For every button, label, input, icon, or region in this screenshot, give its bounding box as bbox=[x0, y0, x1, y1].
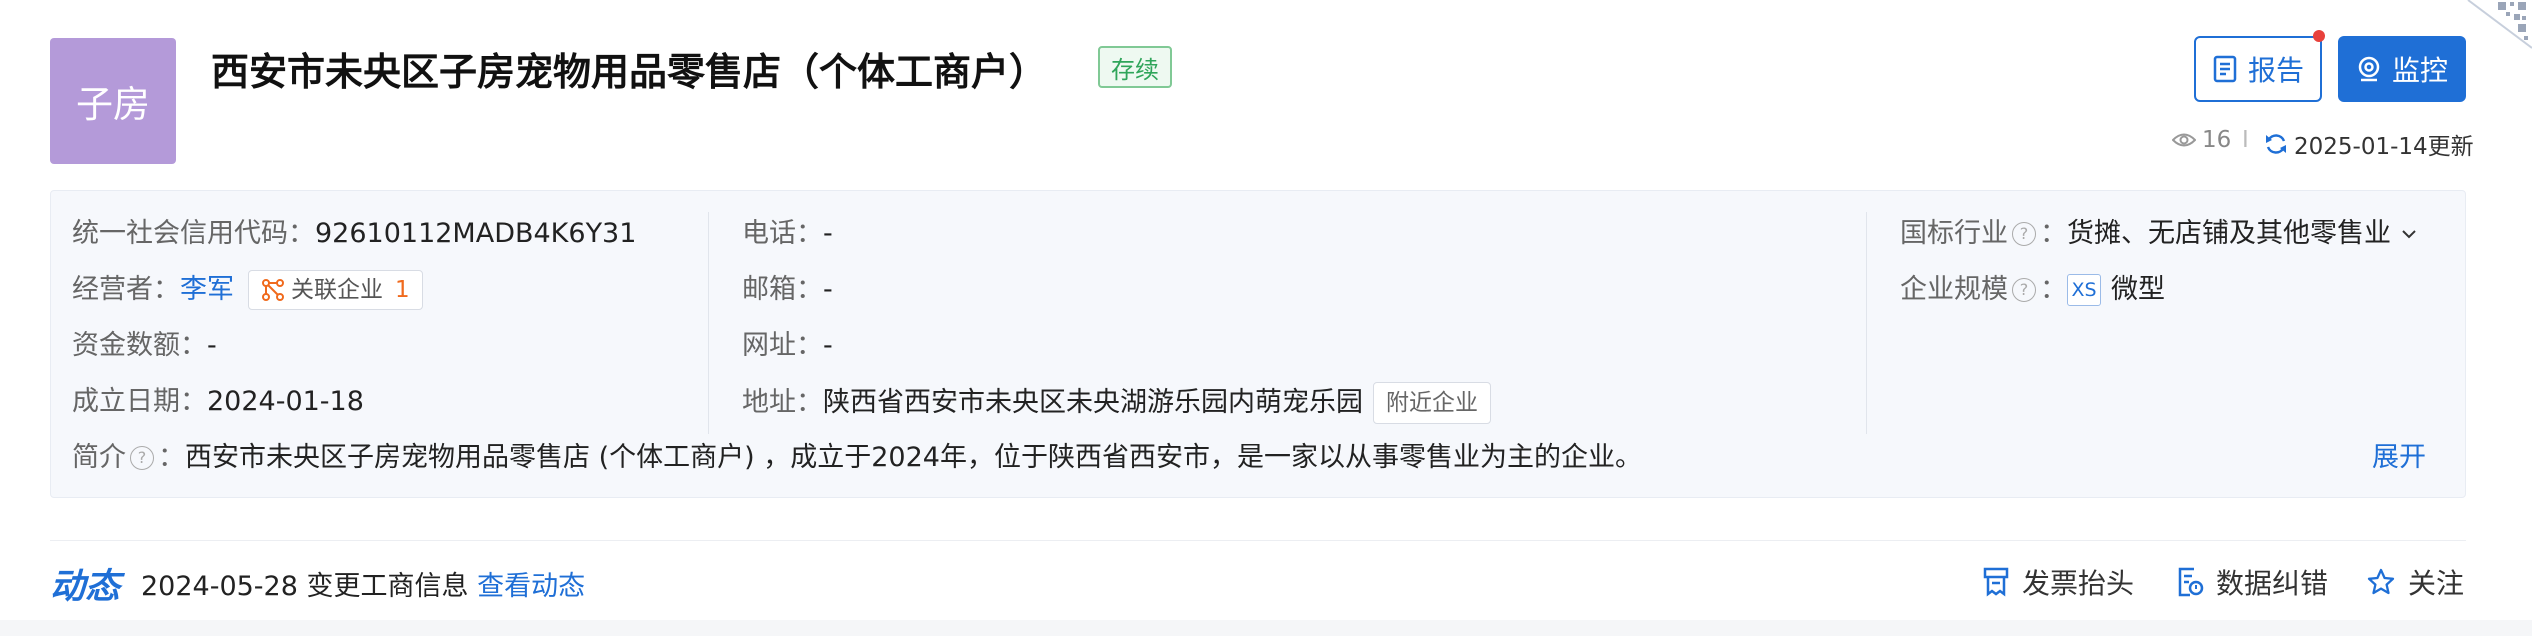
related-companies-tag[interactable]: 关联企业 1 bbox=[248, 270, 423, 310]
nearby-companies-button[interactable]: 附近企业 bbox=[1373, 382, 1491, 424]
phone-row: 电话： - bbox=[742, 218, 833, 249]
view-count: 16 bbox=[2172, 127, 2231, 153]
star-icon bbox=[2367, 568, 2395, 595]
view-dynamics-link[interactable]: 查看动态 bbox=[477, 571, 585, 602]
section-divider bbox=[50, 540, 2466, 541]
monitor-button-label: 监控 bbox=[2391, 54, 2448, 87]
company-header-card: 子房 西安市未央区子房宠物用品零售店（个体工商户） 存续 报告 监控 16 I … bbox=[0, 0, 2532, 620]
industry-value[interactable]: 货摊、无店铺及其他零售业 bbox=[2067, 214, 2391, 254]
dynamics-text: 2024-05-28 变更工商信息 bbox=[141, 571, 469, 602]
industry-row: 国标行业 ? ： 货摊、无店铺及其他零售业 bbox=[1900, 214, 2419, 254]
help-icon[interactable]: ? bbox=[130, 446, 154, 470]
scale-size-tag: XS bbox=[2067, 274, 2101, 306]
follow-button[interactable]: 关注 bbox=[2366, 562, 2464, 602]
operator-link[interactable]: 李军 bbox=[180, 270, 234, 310]
column-divider bbox=[708, 212, 709, 434]
report-button[interactable]: 报告 bbox=[2194, 36, 2322, 102]
credit-code-row: 统一社会信用代码： 92610112MADB4K6Y31 bbox=[72, 214, 636, 254]
expand-link[interactable]: 展开 bbox=[2372, 438, 2426, 478]
monitor-icon bbox=[2358, 56, 2380, 82]
chevron-down-icon[interactable] bbox=[2399, 226, 2419, 242]
address-value[interactable]: 陕西省西安市未央区未央湖游乐园内萌宠乐园 bbox=[823, 383, 1363, 423]
qr-code-icon[interactable] bbox=[2458, 0, 2532, 52]
credit-code-value[interactable]: 92610112MADB4K6Y31 bbox=[315, 214, 636, 254]
intro-text: 西安市未央区子房宠物用品零售店 (个体工商户) ，成立于2024年，位于陕西省西… bbox=[185, 442, 1642, 473]
company-logo: 子房 bbox=[50, 38, 176, 164]
invoice-icon bbox=[1983, 567, 2009, 597]
data-correction-button[interactable]: 数据纠错 bbox=[2176, 562, 2328, 602]
dynamics-title: 动态 bbox=[50, 567, 121, 607]
scale-row: 企业规模 ? ： XS 微型 bbox=[1900, 274, 2165, 306]
meta-separator: I bbox=[2242, 127, 2249, 153]
notification-dot bbox=[2313, 30, 2325, 42]
email-row: 邮箱： - bbox=[742, 274, 833, 305]
eye-icon bbox=[2172, 133, 2196, 147]
intro-row: 简介 ? ： 西安市未央区子房宠物用品零售店 (个体工商户) ，成立于2024年… bbox=[72, 438, 1642, 478]
operator-row: 经营者： 李军 关联企业 1 bbox=[72, 270, 423, 310]
website-row: 网址： - bbox=[742, 330, 833, 361]
dynamics-row: 2024-05-28 变更工商信息 查看动态 bbox=[141, 564, 585, 603]
status-badge: 存续 bbox=[1098, 46, 1172, 88]
address-row: 地址： 陕西省西安市未央区未央湖游乐园内萌宠乐园 附近企业 bbox=[742, 382, 1491, 424]
help-icon[interactable]: ? bbox=[2012, 278, 2036, 302]
update-info[interactable]: 2025-01-14更新 bbox=[2264, 127, 2474, 161]
related-count: 1 bbox=[395, 277, 410, 303]
report-icon bbox=[2213, 55, 2237, 83]
correction-icon bbox=[2178, 567, 2204, 597]
company-name: 西安市未央区子房宠物用品零售店（个体工商户） bbox=[211, 50, 1048, 94]
report-button-label: 报告 bbox=[2247, 54, 2304, 87]
help-icon[interactable]: ? bbox=[2012, 222, 2036, 246]
invoice-header-button[interactable]: 发票抬头 bbox=[1982, 562, 2134, 602]
column-divider bbox=[1866, 212, 1867, 434]
related-graph-icon bbox=[262, 279, 284, 301]
monitor-button[interactable]: 监控 bbox=[2338, 36, 2466, 102]
refresh-icon bbox=[2266, 134, 2286, 154]
founded-date-row: 成立日期： 2024-01-18 bbox=[72, 386, 364, 417]
capital-row: 资金数额： - bbox=[72, 330, 217, 361]
